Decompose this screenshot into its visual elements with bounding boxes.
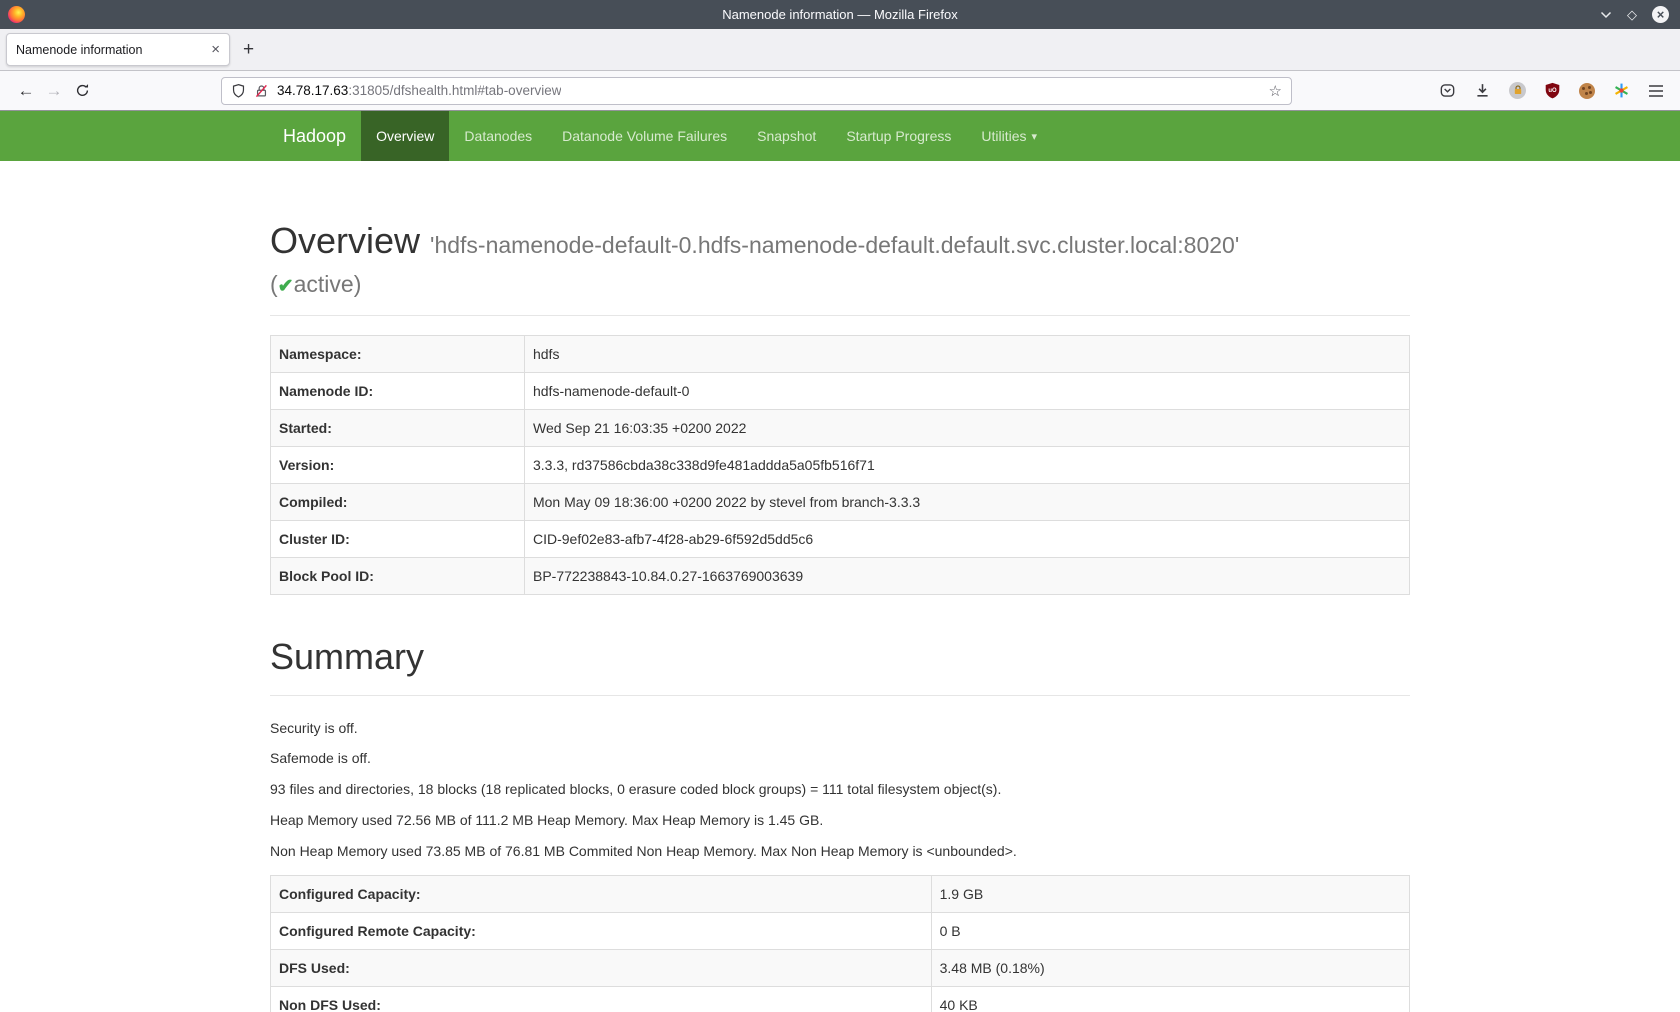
utilities-label: Utilities <box>981 128 1026 144</box>
namenode-info-table: Namespace:hdfs Namenode ID:hdfs-namenode… <box>270 335 1410 595</box>
color-asterisk-icon[interactable] <box>1613 82 1630 99</box>
summary-line-filesystem-objects: 93 files and directories, 18 blocks (18 … <box>270 779 1410 800</box>
row-label: Started: <box>271 410 525 447</box>
summary-line-heap-memory: Heap Memory used 72.56 MB of 111.2 MB He… <box>270 810 1410 831</box>
table-row: Compiled:Mon May 09 18:36:00 +0200 2022 … <box>271 484 1410 521</box>
summary-line-security: Security is off. <box>270 718 1410 739</box>
summary-line-non-heap-memory: Non Heap Memory used 73.85 MB of 76.81 M… <box>270 841 1410 862</box>
row-label: Configured Capacity: <box>271 876 932 913</box>
tracking-shield-icon[interactable] <box>231 83 246 99</box>
url-bar[interactable]: 34.78.17.63:31805/dfshealth.html#tab-ove… <box>221 77 1292 105</box>
downloads-icon[interactable] <box>1474 82 1491 99</box>
row-label: Version: <box>271 447 525 484</box>
row-value: CID-9ef02e83-afb7-4f28-ab29-6f592d5dd5c6 <box>524 521 1409 558</box>
row-label: Block Pool ID: <box>271 558 525 595</box>
table-row: Cluster ID:CID-9ef02e83-afb7-4f28-ab29-6… <box>271 521 1410 558</box>
row-label: DFS Used: <box>271 950 932 987</box>
tab-overview[interactable]: Overview <box>361 111 449 161</box>
hadoop-navbar: Hadoop Overview Datanodes Datanode Volum… <box>0 111 1680 161</box>
tab-close-icon[interactable]: × <box>205 41 220 58</box>
url-text: 34.78.17.63:31805/dfshealth.html#tab-ove… <box>277 83 561 98</box>
table-row: DFS Used:3.48 MB (0.18%) <box>271 950 1410 987</box>
reload-icon <box>75 83 90 98</box>
navbar-menu: Overview Datanodes Datanode Volume Failu… <box>361 111 1052 161</box>
row-label: Non DFS Used: <box>271 987 932 1012</box>
tab-startup-progress[interactable]: Startup Progress <box>831 111 966 161</box>
url-path: :31805/dfshealth.html#tab-overview <box>348 83 561 98</box>
svg-text:uO: uO <box>1548 88 1557 94</box>
check-icon: ✔ <box>278 276 294 297</box>
row-value: hdfs <box>524 336 1409 373</box>
row-label: Namenode ID: <box>271 373 525 410</box>
table-row: Configured Remote Capacity:0 B <box>271 913 1410 950</box>
chevron-down-icon <box>1600 11 1612 19</box>
ublock-origin-icon[interactable]: uO <box>1544 82 1561 99</box>
row-label: Compiled: <box>271 484 525 521</box>
dropdown-utilities[interactable]: Utilities ▾ <box>966 111 1052 161</box>
row-value: Mon May 09 18:36:00 +0200 2022 by stevel… <box>524 484 1409 521</box>
table-row: Configured Capacity:1.9 GB <box>271 876 1410 913</box>
row-value: BP-772238843-10.84.0.27-1663769003639 <box>524 558 1409 595</box>
navbar-brand-hadoop[interactable]: Hadoop <box>268 111 361 161</box>
extension-lock-icon[interactable] <box>1509 82 1526 99</box>
window-titlebar: Namenode information — Mozilla Firefox ◇… <box>0 0 1680 29</box>
summary-table: Configured Capacity:1.9 GB Configured Re… <box>270 875 1410 1012</box>
table-row: Namespace:hdfs <box>271 336 1410 373</box>
window-title: Namenode information — Mozilla Firefox <box>0 7 1680 22</box>
table-row: Block Pool ID:BP-772238843-10.84.0.27-16… <box>271 558 1410 595</box>
pocket-icon[interactable] <box>1439 82 1456 99</box>
url-host: 34.78.17.63 <box>277 83 348 98</box>
cookie-icon[interactable] <box>1579 83 1595 99</box>
insecure-lock-icon[interactable] <box>254 83 269 99</box>
chevron-down-icon: ▾ <box>1032 130 1038 143</box>
firefox-logo-icon <box>8 6 25 23</box>
row-value: 1.9 GB <box>931 876 1409 913</box>
page-content: Hadoop Overview Datanodes Datanode Volum… <box>0 111 1680 1012</box>
browser-tab[interactable]: Namenode information × <box>6 33 230 66</box>
row-label: Namespace: <box>271 336 525 373</box>
namenode-state: (✔active) <box>270 271 1410 298</box>
namenode-address: 'hdfs-namenode-default-0.hdfs-namenode-d… <box>430 232 1239 258</box>
row-label: Configured Remote Capacity: <box>271 913 932 950</box>
summary-paragraphs: Security is off. Safemode is off. 93 fil… <box>270 718 1410 862</box>
divider <box>270 695 1410 696</box>
back-button[interactable]: ← <box>12 78 40 104</box>
browser-toolbar: ← → 34.78.17.63:31805/dfshealth.html#tab… <box>0 71 1680 111</box>
table-row: Namenode ID:hdfs-namenode-default-0 <box>271 373 1410 410</box>
row-value: 3.3.3, rd37586cbda38c338d9fe481addda5a05… <box>524 447 1409 484</box>
new-tab-button[interactable]: + <box>243 40 254 59</box>
maximize-button[interactable]: ◇ <box>1627 8 1637 21</box>
overview-title: Overview <box>270 220 420 261</box>
reload-button[interactable] <box>68 78 96 104</box>
row-value: 0 B <box>931 913 1409 950</box>
state-label: active <box>294 271 354 297</box>
table-row: Started:Wed Sep 21 16:03:35 +0200 2022 <box>271 410 1410 447</box>
row-value: Wed Sep 21 16:03:35 +0200 2022 <box>524 410 1409 447</box>
summary-line-safemode: Safemode is off. <box>270 748 1410 769</box>
tab-title: Namenode information <box>16 43 205 57</box>
table-row: Version:3.3.3, rd37586cbda38c338d9fe481a… <box>271 447 1410 484</box>
row-value: hdfs-namenode-default-0 <box>524 373 1409 410</box>
minimize-button[interactable] <box>1600 11 1612 19</box>
row-label: Cluster ID: <box>271 521 525 558</box>
table-row: Non DFS Used:40 KB <box>271 987 1410 1012</box>
row-value: 40 KB <box>931 987 1409 1012</box>
tab-datanodes[interactable]: Datanodes <box>449 111 547 161</box>
tab-snapshot[interactable]: Snapshot <box>742 111 831 161</box>
page-title: Overview 'hdfs-namenode-default-0.hdfs-n… <box>270 221 1410 261</box>
bookmark-star-icon[interactable]: ☆ <box>1269 82 1282 100</box>
browser-window: Namenode information — Mozilla Firefox ◇… <box>0 0 1680 1012</box>
tab-strip: Namenode information × + <box>0 29 1680 71</box>
summary-title: Summary <box>270 637 1410 677</box>
forward-button[interactable]: → <box>40 78 68 104</box>
menu-icon[interactable] <box>1648 84 1664 98</box>
row-value: 3.48 MB (0.18%) <box>931 950 1409 987</box>
tab-datanode-volume-failures[interactable]: Datanode Volume Failures <box>547 111 742 161</box>
divider <box>270 315 1410 316</box>
close-button[interactable]: × <box>1652 6 1669 23</box>
